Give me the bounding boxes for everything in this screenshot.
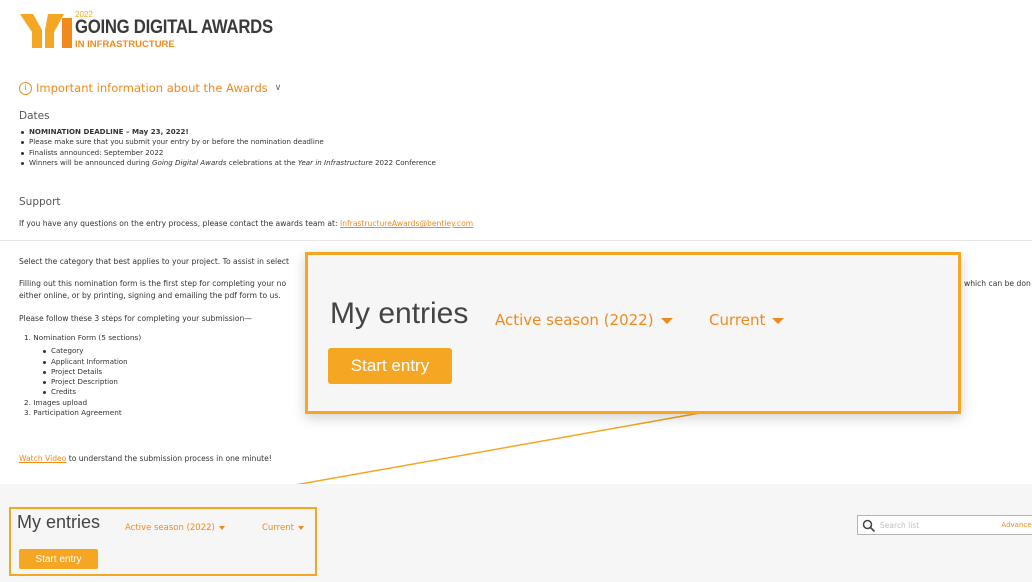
filling-text-right: which can be don xyxy=(964,279,1031,288)
list-item: Finalists announced: September 2022 xyxy=(21,148,436,158)
list-item: Winners will be announced during Going D… xyxy=(21,157,436,167)
important-info-label: Important information about the Awards xyxy=(36,81,268,95)
start-entry-button-zoomed[interactable]: Start entry xyxy=(328,348,452,384)
watch-video-link[interactable]: Watch Video xyxy=(19,454,66,463)
step-3: 3. Participation Agreement xyxy=(24,408,122,418)
status-filter-dropdown-zoomed[interactable]: Current xyxy=(709,311,785,329)
list-item: Project Details xyxy=(42,367,141,377)
support-email-link[interactable]: InfrastructureAwards@bentley.com xyxy=(340,219,473,228)
chevron-down-icon: ∨ xyxy=(274,83,282,93)
dates-heading: Dates xyxy=(19,110,50,122)
support-text: If you have any questions on the entry p… xyxy=(19,219,474,228)
list-item: Category xyxy=(42,346,141,356)
steps-list: 1. Nomination Form (5 sections) Category… xyxy=(24,333,141,418)
list-item: Credits xyxy=(42,387,141,397)
search-input[interactable]: Search list xyxy=(880,521,1001,530)
follow-steps-text: Please follow these 3 steps for completi… xyxy=(19,314,252,323)
watch-video-line: Watch Video to understand the submission… xyxy=(19,454,272,463)
list-item: Project Description xyxy=(42,377,141,387)
support-heading: Support xyxy=(19,196,61,208)
step-2: 2. Images upload xyxy=(24,397,88,407)
select-category-text: Select the category that best applies to… xyxy=(19,257,289,266)
search-box[interactable]: Search list Advanced xyxy=(857,515,1032,535)
filling-text: Filling out this nomination form is the … xyxy=(19,279,287,288)
important-info-toggle[interactable]: i Important information about the Awards… xyxy=(19,81,281,95)
caret-down-icon xyxy=(660,317,673,324)
logo-mark-icon xyxy=(20,14,72,48)
caret-down-icon xyxy=(772,317,785,324)
highlight-frame xyxy=(9,507,317,576)
deadline-item: NOMINATION DEADLINE – May 23, 2022! xyxy=(21,127,436,137)
my-entries-title-zoomed: My entries xyxy=(330,297,469,330)
logo-subtitle: IN INFRASTRUCTURE xyxy=(75,39,175,50)
list-item: Please make sure that you submit your en… xyxy=(21,137,436,147)
season-dropdown-zoomed[interactable]: Active season (2022) xyxy=(495,311,673,329)
zoom-callout: My entries Active season (2022) Current … xyxy=(305,252,961,414)
divider xyxy=(0,240,1032,241)
list-item: Applicant Information xyxy=(42,357,141,367)
advanced-search-link[interactable]: Advanced xyxy=(1001,521,1032,529)
dates-list: NOMINATION DEADLINE – May 23, 2022! Plea… xyxy=(19,127,436,168)
step-1: 1. Nomination Form (5 sections) Category… xyxy=(24,333,142,397)
search-icon xyxy=(862,518,876,533)
info-icon: i xyxy=(19,81,32,95)
either-text: either online, or by printing, signing a… xyxy=(19,291,281,300)
logo-title: GOING DIGITAL AWARDS xyxy=(75,17,273,38)
